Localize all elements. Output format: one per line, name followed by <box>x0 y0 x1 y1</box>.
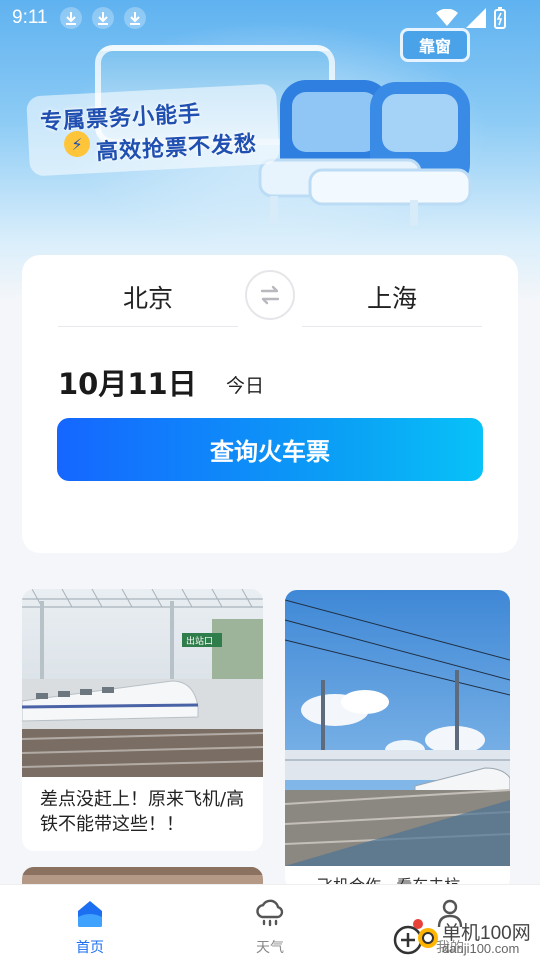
tab-weather-label: 天气 <box>256 940 284 956</box>
ticket-search-card: 北京 上海 10月11日 今日 查询火车票 <box>22 255 518 553</box>
tab-weather[interactable]: 天气 <box>180 885 360 960</box>
feed-card[interactable]: 出站口 差点没赶上！原来飞机/高铁不能带这些！！ <box>22 589 263 851</box>
feed-image-station-sky <box>285 590 510 866</box>
download-icon <box>59 7 82 29</box>
watermark-logo-icon <box>393 919 438 955</box>
watermark-url: danji100.com <box>442 941 520 956</box>
tab-home[interactable]: 首页 <box>0 885 180 960</box>
home-icon <box>78 901 102 927</box>
signal-icon <box>466 8 486 28</box>
departure-date-selector[interactable]: 10月11日 <box>58 361 197 403</box>
download-icon <box>91 7 114 29</box>
date-day-label: 今日 <box>226 375 265 397</box>
query-tickets-button[interactable]: 查询火车票 <box>57 418 483 481</box>
download-icon <box>123 7 146 29</box>
swap-icon <box>260 285 280 305</box>
feed-image-train-platform: 出站口 <box>22 589 263 777</box>
feed-card-title: 差点没赶上！原来飞机/高铁不能带这些！！ <box>40 789 245 835</box>
status-time: 9:11 <box>12 7 48 28</box>
status-indicators <box>436 7 506 29</box>
site-watermark: 单机100网 danji100.com <box>392 914 540 960</box>
from-city-selector[interactable]: 北京 <box>58 279 238 327</box>
feed-card[interactable]: …飞机合作 · 看车去杭 <box>285 590 510 890</box>
tab-home-label: 首页 <box>76 940 104 956</box>
weather-icon <box>256 899 284 927</box>
swap-cities-button[interactable] <box>245 270 295 320</box>
wifi-icon <box>436 9 458 26</box>
battery-icon <box>494 7 506 29</box>
exit-sign: 出站口 <box>186 635 213 647</box>
to-city-selector[interactable]: 上海 <box>302 279 482 327</box>
status-bar: 9:11 <box>0 0 540 36</box>
